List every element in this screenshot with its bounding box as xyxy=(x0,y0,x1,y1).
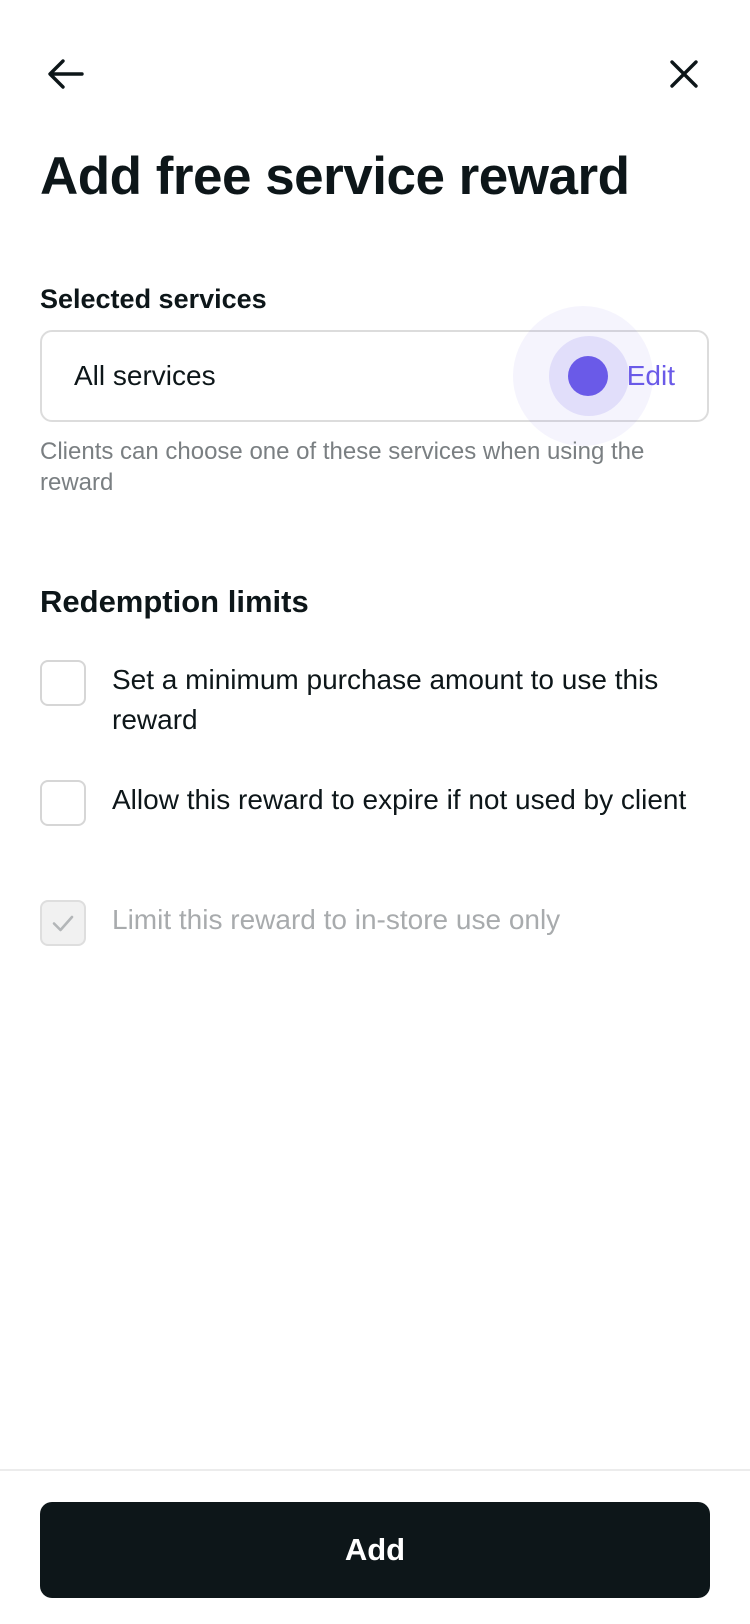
minimum-purchase-checkbox[interactable] xyxy=(40,660,86,706)
top-bar xyxy=(36,44,714,104)
arrow-left-icon xyxy=(48,59,84,89)
expire-label: Allow this reward to expire if not used … xyxy=(112,784,687,815)
in-store-only-option: Limit this reward to in-store use only xyxy=(40,900,720,946)
minimum-purchase-label: Set a minimum purchase amount to use thi… xyxy=(112,664,659,735)
in-store-only-label: Limit this reward to in-store use only xyxy=(112,904,561,935)
selected-services-value: All services xyxy=(74,360,216,391)
selected-services-field[interactable]: All services Edit xyxy=(40,306,709,446)
edit-services-link[interactable]: Edit xyxy=(627,360,675,392)
redemption-limits-label: Redemption limits xyxy=(40,584,309,619)
close-button[interactable] xyxy=(654,44,714,104)
touch-indicator xyxy=(567,356,608,396)
back-button[interactable] xyxy=(36,44,96,104)
expire-option[interactable]: Allow this reward to expire if not used … xyxy=(40,780,720,826)
footer-divider xyxy=(0,1469,750,1471)
page-title: Add free service reward xyxy=(40,147,630,206)
expire-checkbox[interactable] xyxy=(40,780,86,826)
in-store-only-checkbox xyxy=(40,900,86,946)
services-helper-text: Clients can choose one of these services… xyxy=(40,438,645,496)
edit-area: Edit xyxy=(512,306,675,446)
minimum-purchase-option[interactable]: Set a minimum purchase amount to use thi… xyxy=(40,660,720,740)
close-icon xyxy=(670,60,698,88)
add-button[interactable]: Add xyxy=(40,1502,710,1598)
selected-services-label: Selected services xyxy=(40,284,267,314)
checkmark-icon xyxy=(52,915,74,932)
